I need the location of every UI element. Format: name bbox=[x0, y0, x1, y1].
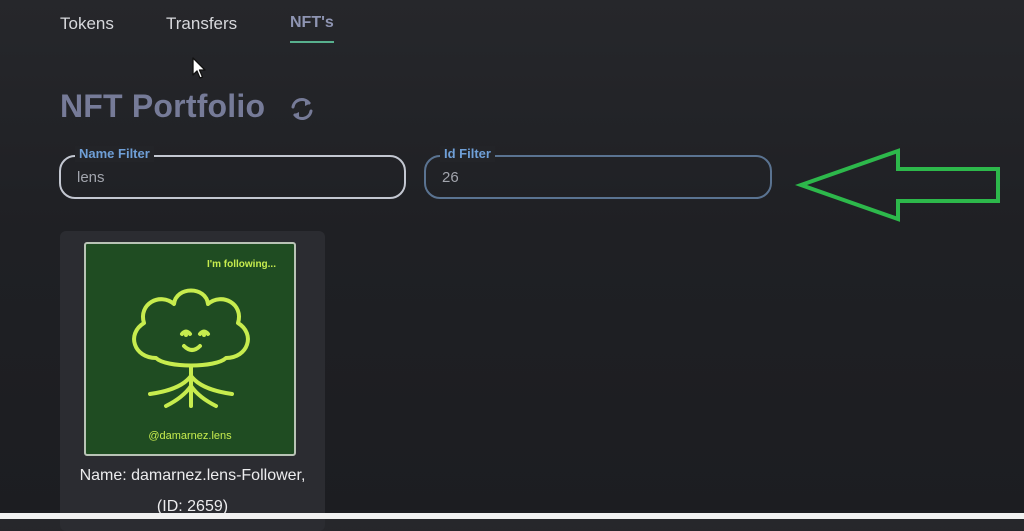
id-filter-label: Id Filter bbox=[440, 146, 495, 162]
refresh-icon[interactable] bbox=[286, 94, 318, 124]
page-title: NFT Portfolio bbox=[60, 88, 266, 124]
nft-image-caption: I'm following... bbox=[206, 259, 276, 270]
lens-flower-icon bbox=[132, 288, 250, 408]
bottom-edge bbox=[0, 513, 1024, 519]
name-filter-input[interactable] bbox=[77, 166, 377, 188]
green-left-arrow-icon bbox=[795, 148, 1000, 222]
tab-nfts[interactable]: NFT's bbox=[290, 14, 334, 43]
nft-name: Name: damarnez.lens-Follower, bbox=[79, 467, 306, 484]
id-filter-field: Id Filter bbox=[424, 146, 772, 199]
nft-card[interactable]: I'm following... @damarnez.lens Name: da… bbox=[60, 231, 325, 531]
nft-image: I'm following... @damarnez.lens bbox=[84, 242, 296, 456]
nft-image-handle: @damarnez.lens bbox=[148, 430, 232, 442]
id-filter-input[interactable] bbox=[442, 166, 742, 188]
tab-transfers[interactable]: Transfers bbox=[166, 14, 237, 34]
mouse-cursor-icon bbox=[192, 57, 206, 79]
name-filter-label: Name Filter bbox=[75, 146, 154, 162]
tab-tokens[interactable]: Tokens bbox=[60, 14, 114, 34]
name-filter-field: Name Filter bbox=[59, 146, 406, 199]
